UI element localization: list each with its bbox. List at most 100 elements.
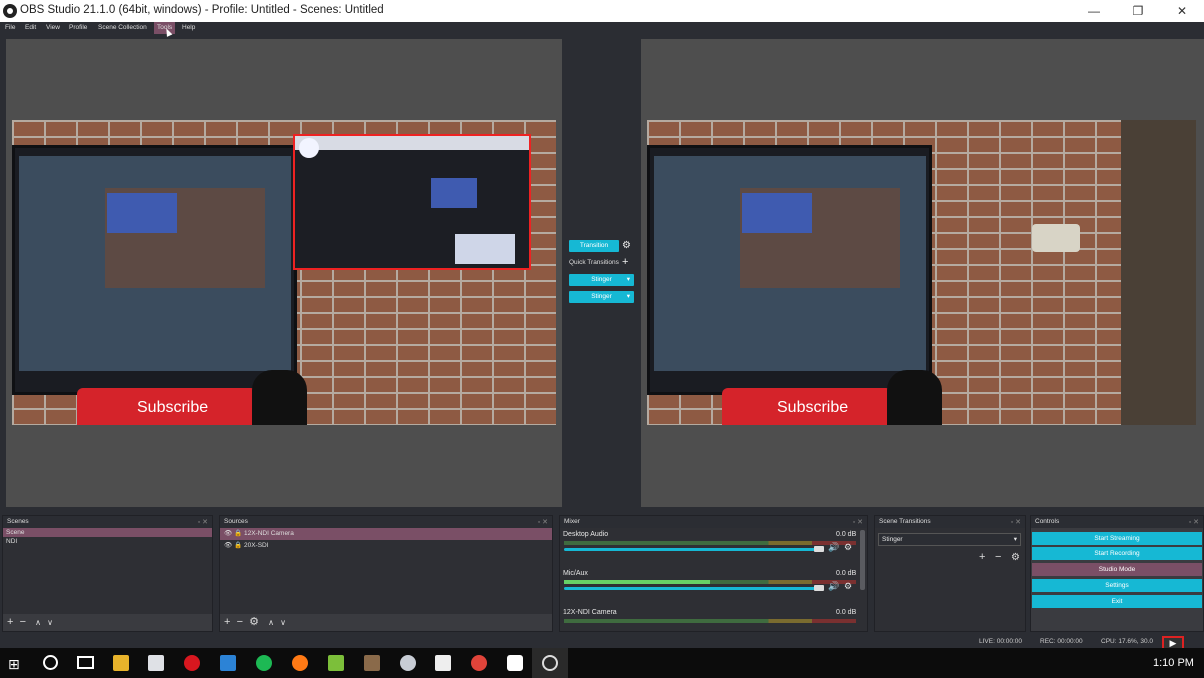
dock-float-close-icon[interactable]: ▫ ✕ — [538, 518, 548, 526]
scene-item[interactable]: Scene — [3, 528, 212, 537]
volume-slider-handle[interactable] — [814, 585, 824, 591]
mixer-title: Mixer — [560, 516, 867, 528]
volume-meter — [564, 619, 856, 623]
dock-float-close-icon[interactable]: ▫ ✕ — [198, 518, 208, 526]
security-camera-image — [1032, 224, 1080, 252]
transition-gear-icon[interactable]: ⚙ — [622, 240, 633, 251]
menu-scene-collection[interactable]: Scene Collection — [95, 22, 150, 34]
sources-toolbar: + − ⚙ ∧ ∨ — [224, 615, 286, 629]
stinger-2-label: Stinger — [591, 293, 612, 300]
mixer-channel-db: 0.0 dB — [836, 570, 857, 577]
store-icon[interactable] — [148, 655, 164, 671]
mixer-channel-db: 0.0 dB — [836, 609, 857, 616]
scene-item[interactable]: NDI — [3, 537, 212, 546]
app-icon[interactable] — [364, 655, 380, 671]
speaker-icon[interactable]: 🔊 — [828, 542, 839, 553]
selected-source-box[interactable] — [293, 134, 531, 270]
gear-icon[interactable]: ⚙ — [1011, 552, 1020, 563]
mail-icon[interactable] — [435, 655, 451, 671]
transition-select[interactable]: Stinger ▾ — [878, 533, 1021, 546]
scenes-title: Scenes — [3, 516, 212, 528]
mixer-scrollbar[interactable] — [860, 530, 865, 590]
stinger-1-label: Stinger — [591, 276, 612, 283]
scenes-dock: Scenes ▫ ✕ Scene NDI + − ∧ ∨ — [2, 515, 213, 632]
add-transition-icon[interactable]: + — [979, 551, 985, 563]
dock-float-close-icon[interactable]: ▫ ✕ — [853, 518, 863, 526]
volume-slider[interactable] — [564, 587, 820, 590]
obs-taskbar-button[interactable] — [532, 648, 568, 678]
dock-float-close-icon[interactable]: ▫ ✕ — [1189, 518, 1199, 526]
app-icon[interactable] — [220, 655, 236, 671]
subscribe-pillow: Subscribe — [77, 388, 257, 425]
menu-view[interactable]: View — [43, 22, 63, 34]
menu-file[interactable]: File — [2, 22, 18, 34]
source-item[interactable]: 👁 🔒 12X-NDI Camera — [220, 528, 552, 540]
settings-button[interactable]: Settings — [1032, 579, 1202, 592]
controls-title: Controls — [1031, 516, 1203, 528]
source-item-label: 12X-NDI Camera — [243, 530, 294, 537]
start-recording-button[interactable]: Start Recording — [1032, 547, 1202, 560]
dropdown-arrow-icon: ▾ — [626, 276, 630, 283]
add-icon[interactable]: + — [224, 616, 230, 628]
windows-start-icon[interactable]: ⊞ — [8, 656, 20, 673]
title-bar: OBS Studio 21.1.0 (64bit, windows) - Pro… — [0, 0, 1204, 22]
program-pane[interactable]: Subscribe — [641, 39, 1204, 507]
monitor-image — [12, 145, 297, 395]
lock-icon[interactable]: 🔒 — [234, 530, 242, 537]
lock-icon[interactable]: 🔒 — [234, 542, 242, 549]
task-view-icon[interactable] — [77, 656, 94, 669]
program-video: Subscribe — [647, 120, 1121, 425]
opera-icon[interactable] — [184, 655, 200, 671]
taskbar: ⊞ 1:10 PM — [0, 648, 1204, 678]
dock-float-close-icon[interactable]: ▫ ✕ — [1011, 518, 1021, 526]
move-up-icon[interactable]: ∧ — [268, 618, 274, 627]
eye-icon[interactable]: 👁 — [224, 530, 232, 537]
preview-pane[interactable]: Subscribe — [6, 39, 562, 507]
volume-slider-handle[interactable] — [814, 546, 824, 552]
speaker-icon[interactable]: 🔊 — [828, 581, 839, 592]
scenes-toolbar: + − ∧ ∨ — [7, 615, 53, 629]
remove-transition-icon[interactable]: − — [995, 551, 1001, 563]
gear-icon[interactable]: ⚙ — [249, 616, 259, 628]
move-down-icon[interactable]: ∨ — [280, 618, 286, 627]
source-item[interactable]: 👁 🔒 20X-SDI — [220, 540, 552, 552]
rec-timer: REC: 00:00:00 — [1040, 638, 1083, 645]
chrome-icon[interactable] — [471, 655, 487, 671]
add-icon[interactable]: + — [7, 616, 13, 628]
obs-icon — [542, 655, 558, 671]
add-quick-transition-icon[interactable]: + — [622, 256, 628, 268]
move-up-icon[interactable]: ∧ — [35, 618, 41, 627]
minimize-button[interactable]: — — [1072, 0, 1116, 22]
menu-profile[interactable]: Profile — [66, 22, 90, 34]
studio-mode-button[interactable]: Studio Mode — [1032, 563, 1202, 576]
app-icon[interactable] — [507, 655, 523, 671]
maximize-button[interactable]: ❐ — [1116, 0, 1160, 22]
gear-icon[interactable]: ⚙ — [844, 581, 852, 592]
start-streaming-button[interactable]: Start Streaming — [1032, 532, 1202, 545]
menu-help[interactable]: Help — [179, 22, 198, 34]
app-icon[interactable] — [328, 655, 344, 671]
stinger-button-1[interactable]: Stinger ▾ — [569, 274, 634, 286]
scene-transitions-dock: Scene Transitions ▫ ✕ Stinger ▾ + − ⚙ — [874, 515, 1026, 632]
volume-slider[interactable] — [564, 548, 820, 551]
firefox-icon[interactable] — [292, 655, 308, 671]
cortana-icon[interactable] — [43, 655, 58, 670]
status-bar: LIVE: 00:00:00 REC: 00:00:00 CPU: 17.6%,… — [0, 636, 1204, 650]
gear-icon[interactable]: ⚙ — [844, 542, 852, 553]
remove-icon[interactable]: − — [20, 616, 26, 628]
clock: 1:10 PM — [1153, 657, 1194, 669]
eye-icon[interactable]: 👁 — [224, 542, 232, 549]
obs-logo-icon — [3, 4, 17, 18]
app-icon[interactable] — [400, 655, 416, 671]
menu-edit[interactable]: Edit — [22, 22, 39, 34]
remove-icon[interactable]: − — [237, 616, 243, 628]
scene-transitions-body: Stinger ▾ + − ⚙ — [875, 528, 1025, 631]
close-button[interactable]: ✕ — [1160, 0, 1204, 22]
subscribe-pillow: Subscribe — [722, 388, 892, 425]
file-explorer-icon[interactable] — [113, 655, 129, 671]
exit-button[interactable]: Exit — [1032, 595, 1202, 608]
stinger-button-2[interactable]: Stinger ▾ — [569, 291, 634, 303]
transition-button[interactable]: Transition — [569, 240, 619, 252]
move-down-icon[interactable]: ∨ — [47, 618, 53, 627]
spotify-icon[interactable] — [256, 655, 272, 671]
